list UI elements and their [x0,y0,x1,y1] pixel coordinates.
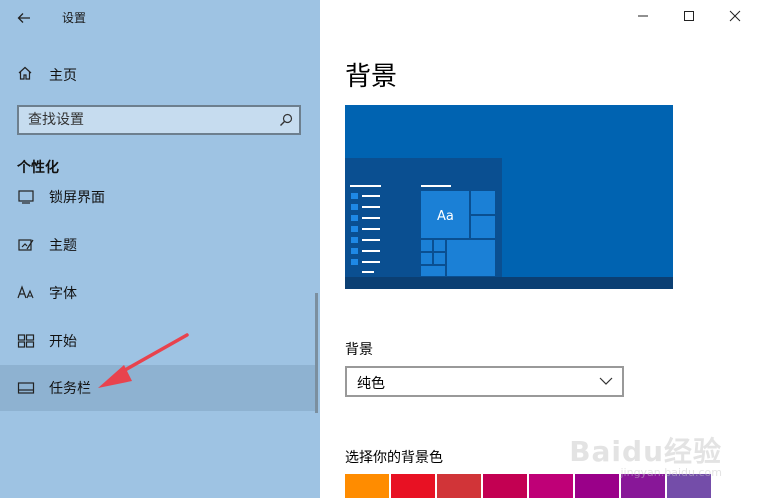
color-swatch[interactable] [529,474,573,498]
preview-tile [447,240,495,276]
close-button[interactable] [712,0,758,32]
sidebar-item-label: 字体 [49,286,77,302]
main-panel: 背景 Aa 背景 纯色 选择你的背景色 Baidu经验 jingyan.baid… [320,0,758,498]
watermark: Baidu经验 jingyan.baidu.com [569,430,722,479]
sidebar-item-lock-screen[interactable]: 锁屏界面 [0,184,316,220]
theme-icon [18,239,34,251]
color-swatch[interactable] [345,474,389,498]
background-dropdown[interactable]: 纯色 [345,366,624,397]
preview-tile [471,191,495,214]
preview-square [351,248,358,254]
preview-line [362,206,380,208]
preview-line [362,261,380,263]
home-icon [18,66,32,80]
preview-square [351,215,358,221]
preview-tile [421,266,445,276]
sidebar: 设置 主页 个性化 锁屏界面 主题 [0,0,320,498]
home-label: 主页 [49,68,77,84]
chevron-down-icon [599,377,613,385]
preview-line [362,250,380,252]
maximize-button[interactable] [666,0,712,32]
preview-line [362,228,380,230]
preview-line [362,239,380,241]
sidebar-item-start[interactable]: 开始 [0,318,316,364]
minimize-button[interactable] [620,0,666,32]
preview-square [351,204,358,210]
section-title: 个性化 [17,160,59,176]
preview-square [351,226,358,232]
preview-line [362,217,380,219]
color-picker-label: 选择你的背景色 [345,450,443,466]
background-preview: Aa [345,105,673,289]
preview-tile [421,240,432,251]
back-arrow-icon [17,13,30,23]
back-button[interactable] [10,6,38,30]
color-swatch[interactable] [667,474,711,498]
preview-tile [434,253,445,264]
sidebar-item-label: 锁屏界面 [49,190,105,206]
color-swatch[interactable] [483,474,527,498]
app-title: 设置 [62,11,87,25]
color-swatch[interactable] [391,474,435,498]
color-swatch[interactable] [437,474,481,498]
nav-list: 锁屏界面 主题 字体 开始 任务栏 [0,184,316,498]
search-input[interactable] [19,107,278,133]
color-swatch[interactable] [575,474,619,498]
background-label: 背景 [345,342,373,358]
sidebar-item-home[interactable]: 主页 [0,58,320,90]
sidebar-item-taskbar[interactable]: 任务栏 [0,365,316,411]
close-icon [729,10,741,22]
lock-screen-icon [18,190,34,204]
preview-sample-text: Aa [437,209,454,224]
preview-line [350,185,381,187]
preview-line [362,271,374,273]
preview-square [351,237,358,243]
background-dropdown-value: 纯色 [357,376,385,392]
page-title: 背景 [345,62,398,92]
preview-tile [471,216,495,238]
maximize-icon [684,11,694,21]
color-swatches [345,474,713,498]
sidebar-item-label: 任务栏 [49,381,91,397]
watermark-brand: Baidu经验 [569,435,722,468]
preview-tile [421,253,432,264]
preview-square [351,193,358,199]
sidebar-item-font[interactable]: 字体 [0,270,316,316]
sidebar-item-label: 开始 [49,334,77,350]
search-box [17,105,301,135]
preview-line [362,195,380,197]
sidebar-item-label: 主题 [49,238,77,254]
color-swatch[interactable] [621,474,665,498]
font-icon [17,285,34,299]
start-icon [17,334,35,348]
sidebar-scrollbar[interactable] [315,293,318,413]
preview-tile [434,240,445,251]
preview-square [351,259,358,265]
search-icon[interactable] [279,113,293,127]
preview-taskbar [345,277,673,289]
preview-line [421,185,451,187]
minimize-icon [638,15,648,17]
taskbar-icon [17,382,35,394]
sidebar-item-theme[interactable]: 主题 [0,222,316,268]
